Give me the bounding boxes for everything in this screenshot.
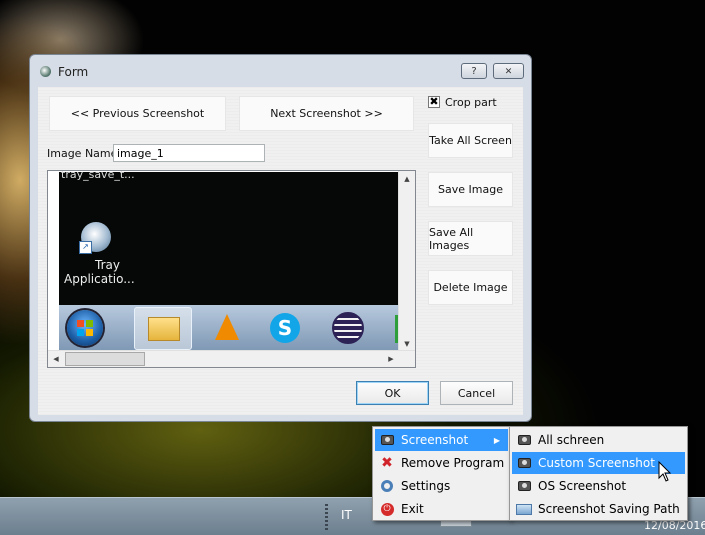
shortcut-arrow-icon: ↗: [79, 241, 92, 254]
scroll-thumb[interactable]: [65, 352, 145, 366]
delete-image-button[interactable]: Delete Image: [428, 270, 513, 305]
submenu-item-saving-path[interactable]: Screenshot Saving Path: [512, 498, 685, 520]
ok-button[interactable]: OK: [356, 381, 429, 405]
folder-icon: [148, 317, 180, 341]
vlc-icon: [215, 314, 239, 340]
crop-part-label: Crop part: [445, 96, 497, 109]
submenu-item-label: All schreen: [538, 433, 605, 447]
screenshot-preview-image: tray_save_t... ↗ Tray Applicatio... S: [59, 170, 401, 352]
submenu-item-all-screen[interactable]: All schreen: [512, 429, 685, 451]
image-name-input[interactable]: [113, 144, 265, 162]
taskbar-grip[interactable]: [325, 504, 328, 530]
next-screenshot-button[interactable]: Next Screenshot >>: [239, 96, 414, 131]
cancel-button[interactable]: Cancel: [440, 381, 513, 405]
camera-icon: [517, 481, 531, 491]
scroll-up-arrow-icon[interactable]: ▲: [399, 171, 415, 187]
submenu-item-label: OS Screenshot: [538, 479, 627, 493]
preview-file-label: tray_save_t...: [61, 170, 135, 181]
menu-item-label: Settings: [401, 479, 451, 493]
icon-label-line2: Applicatio...: [64, 272, 135, 286]
mouse-cursor-icon: [658, 461, 672, 482]
close-button[interactable]: ✕: [493, 63, 524, 79]
camera-icon: [517, 458, 531, 468]
menu-item-label: Exit: [401, 502, 424, 516]
help-button[interactable]: ?: [461, 63, 487, 79]
preview-vertical-scrollbar[interactable]: ▲ ▼: [398, 171, 415, 352]
menu-item-settings[interactable]: Settings: [375, 475, 508, 497]
app-icon: [40, 66, 51, 77]
folder-path-icon: [516, 503, 532, 515]
icon-label-line1: Tray: [95, 258, 120, 272]
explorer-taskbar-button: [134, 307, 192, 350]
menu-item-label: Screenshot: [401, 433, 469, 447]
camera-icon: [517, 435, 531, 445]
menu-item-remove-program[interactable]: ✖ Remove Program: [375, 452, 508, 474]
image-name-label: Image Name: [47, 147, 118, 160]
preview-taskbar: S: [59, 305, 401, 352]
previous-screenshot-button[interactable]: << Previous Screenshot: [49, 96, 226, 131]
window-title: Form: [58, 65, 89, 79]
crop-part-checkbox[interactable]: ✖: [428, 96, 440, 108]
tray-context-menu: Screenshot ▶ ✖ Remove Program Settings ⏻…: [372, 426, 511, 521]
close-icon: ✕: [504, 67, 513, 77]
scroll-left-arrow-icon[interactable]: ◀: [48, 351, 64, 367]
take-all-screen-button[interactable]: Take All Screen: [428, 123, 513, 158]
eclipse-icon: [332, 312, 364, 344]
title-bar[interactable]: Form ? ✕: [30, 55, 531, 87]
submenu-arrow-icon: ▶: [493, 435, 500, 445]
tray-application-icon: ↗: [79, 222, 111, 254]
menu-item-label: Remove Program: [401, 456, 505, 470]
submenu-item-label: Custom Screenshot: [538, 456, 655, 470]
checkbox-mark-icon: ✖: [429, 95, 439, 108]
submenu-item-label: Screenshot Saving Path: [538, 502, 680, 516]
red-x-icon: ✖: [381, 455, 393, 471]
save-all-images-button[interactable]: Save All Images: [428, 221, 513, 256]
camera-icon: [380, 435, 394, 445]
menu-item-exit[interactable]: ⏻ Exit: [375, 498, 508, 520]
preview-horizontal-scrollbar[interactable]: ◀ ▶: [48, 350, 415, 367]
save-image-button[interactable]: Save Image: [428, 172, 513, 207]
start-orb-icon: [67, 310, 103, 346]
menu-item-screenshot[interactable]: Screenshot ▶: [375, 429, 508, 451]
scroll-right-arrow-icon[interactable]: ▶: [383, 351, 399, 367]
screenshot-preview-panel: tray_save_t... ↗ Tray Applicatio... S ▲ …: [47, 170, 416, 368]
input-language-indicator[interactable]: IT: [341, 508, 352, 522]
power-icon: ⏻: [380, 502, 394, 516]
skype-icon: S: [270, 313, 300, 343]
settings-icon: [381, 480, 393, 492]
